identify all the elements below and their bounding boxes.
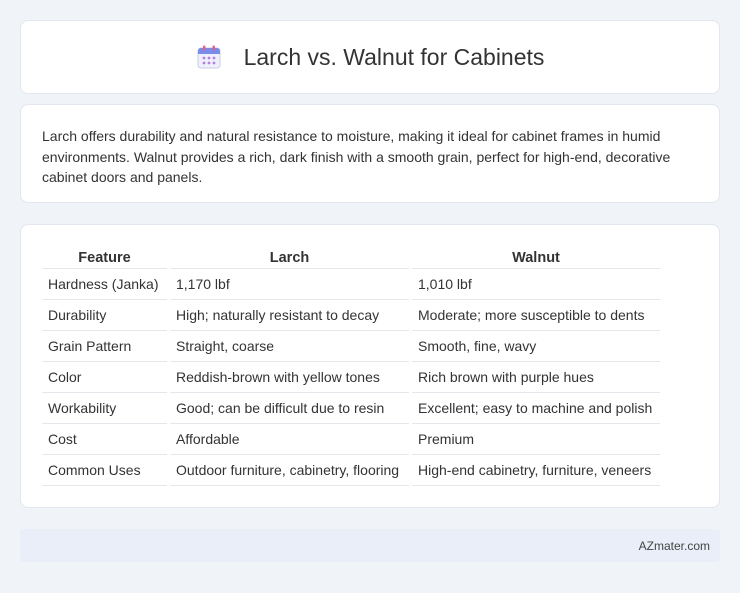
description-text: Larch offers durability and natural resi… <box>42 128 671 185</box>
table-cell: Excellent; easy to machine and polish <box>412 393 660 424</box>
footer: AZmater.com <box>20 529 720 562</box>
table-cell: Rich brown with purple hues <box>412 362 660 393</box>
table-cell: Straight, coarse <box>170 331 409 362</box>
table-cell: Common Uses <box>42 455 167 486</box>
column-header-feature: Feature <box>42 245 167 269</box>
table-cell: 1,170 lbf <box>170 269 409 300</box>
header-card: Larch vs. Walnut for Cabinets <box>20 20 720 94</box>
footer-source-text: AZmater.com <box>638 538 710 553</box>
table-cell: Hardness (Janka) <box>42 269 167 300</box>
comparison-table: Feature Larch Walnut Hardness (Janka) 1,… <box>39 245 663 486</box>
table-row: Workability Good; can be difficult due t… <box>42 393 660 424</box>
table-row: Hardness (Janka) 1,170 lbf 1,010 lbf <box>42 269 660 300</box>
table-cell: Good; can be difficult due to resin <box>170 393 409 424</box>
table-cell: Grain Pattern <box>42 331 167 362</box>
table-row: Grain Pattern Straight, coarse Smooth, f… <box>42 331 660 362</box>
table-cell: High; naturally resistant to decay <box>170 300 409 331</box>
column-header-larch: Larch <box>170 245 409 269</box>
column-header-walnut: Walnut <box>412 245 660 269</box>
table-cell: Smooth, fine, wavy <box>412 331 660 362</box>
table-cell: Moderate; more susceptible to dents <box>412 300 660 331</box>
table-cell: 1,010 lbf <box>412 269 660 300</box>
table-cell: Workability <box>42 393 167 424</box>
table-row: Common Uses Outdoor furniture, cabinetry… <box>42 455 660 486</box>
table-header-row: Feature Larch Walnut <box>42 245 660 269</box>
table-cell: Cost <box>42 424 167 455</box>
page-title: Larch vs. Walnut for Cabinets <box>243 43 545 70</box>
description-card: Larch offers durability and natural resi… <box>20 104 720 203</box>
table-cell: Reddish-brown with yellow tones <box>170 362 409 393</box>
table-cell: Outdoor furniture, cabinetry, flooring <box>170 455 409 486</box>
table-cell: Color <box>42 362 167 393</box>
table-row: Durability High; naturally resistant to … <box>42 300 660 331</box>
calendar-icon <box>196 44 222 70</box>
table-cell: High-end cabinetry, furniture, veneers <box>412 455 660 486</box>
header: Larch vs. Walnut for Cabinets <box>196 43 545 71</box>
table-cell: Durability <box>42 300 167 331</box>
table-row: Cost Affordable Premium <box>42 424 660 455</box>
table-cell: Affordable <box>170 424 409 455</box>
table-cell: Premium <box>412 424 660 455</box>
comparison-table-card: Feature Larch Walnut Hardness (Janka) 1,… <box>20 224 720 508</box>
table-row: Color Reddish-brown with yellow tones Ri… <box>42 362 660 393</box>
